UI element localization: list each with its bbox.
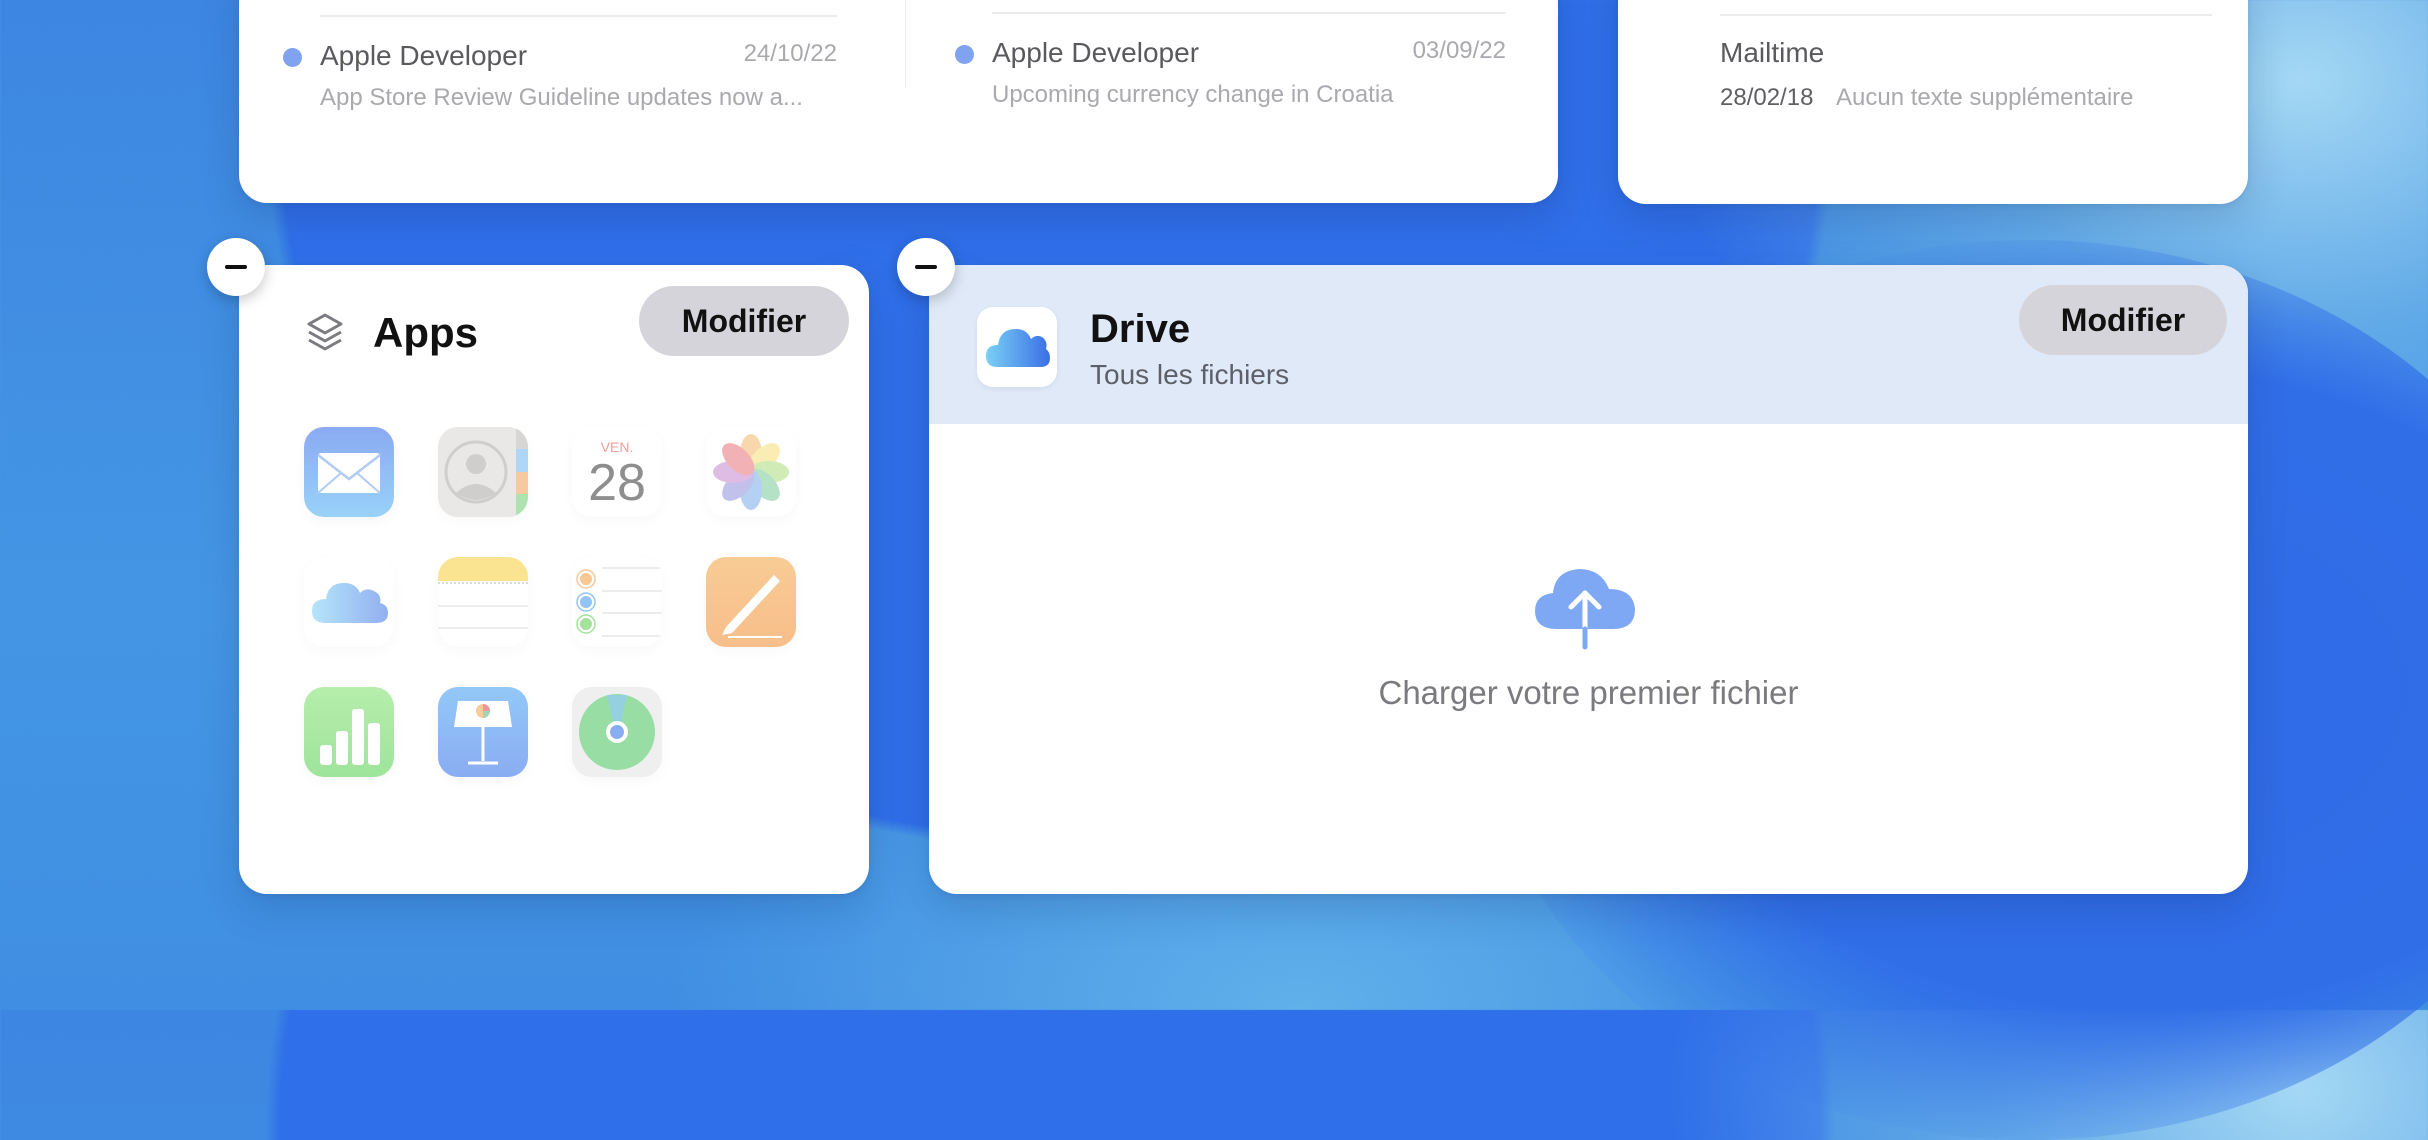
pages-icon [722,575,782,638]
mail-subject: App Store Review Guideline updates now a… [320,84,803,111]
drive-widget-header: Drive Tous les fichiers Modifier [929,265,2248,424]
note-date: 28/02/18 [1720,84,1814,111]
mail-sender: Apple Developer [320,40,528,71]
contacts-icon [438,427,528,517]
remove-drive-widget-button[interactable] [897,238,955,296]
app-pages[interactable] [706,557,796,647]
minus-icon [225,265,247,269]
app-reminders[interactable] [572,557,662,647]
mail-subject: Upcoming currency change in Croatia [992,81,1394,108]
note-title: Mailtime [1720,37,1825,68]
mail-date: 03/09/22 [1412,37,1506,64]
app-numbers[interactable] [304,687,394,777]
app-find-my[interactable] [572,687,662,777]
apps-widget-title: Apps [373,309,478,356]
drive-widget: Drive Tous les fichiers Modifier Charger… [929,265,2248,894]
mail-sender: Apple Developer [992,37,1200,68]
column-divider [905,0,906,88]
layers-icon [305,311,345,357]
cloud-upload-icon[interactable] [1533,563,1637,651]
find-my-icon [579,694,655,770]
minus-icon [915,265,937,269]
app-mail[interactable] [304,427,394,517]
unread-dot [955,45,974,64]
drive-widget-title: Drive [1090,307,1191,351]
numbers-icon [320,709,380,765]
reminders-icon [576,567,662,637]
drive-widget-subtitle: Tous les fichiers [1090,359,1290,390]
apps-edit-button[interactable]: Modifier [639,286,849,356]
app-keynote[interactable] [438,687,528,777]
apps-widget: Apps Modifier VEN. 28 [239,265,869,894]
unread-dot [283,48,302,67]
drive-edit-button[interactable]: Modifier [2019,285,2227,355]
mail-icon [317,453,381,494]
remove-apps-widget-button[interactable] [207,238,265,296]
mail-list-item[interactable]: Apple Developer 24/10/22 App Store Revie… [239,0,899,120]
notes-widget: Mailtime 28/02/18 Aucun texte supplément… [1618,0,2248,204]
keynote-icon [454,701,512,765]
icloud-drive-icon [312,583,388,623]
mail-widget: Apple Developer 24/10/22 App Store Revie… [239,0,1558,203]
app-notes[interactable] [438,557,528,647]
app-contacts[interactable] [438,427,528,517]
mail-date: 24/10/22 [743,40,837,67]
app-icloud-drive[interactable] [304,557,394,647]
icloud-drive-icon [977,307,1057,387]
mail-list-item[interactable]: Apple Developer 03/09/22 Upcoming curren… [909,0,1549,120]
photos-icon [713,434,789,510]
notes-icon [438,557,528,629]
upload-first-file-link[interactable]: Charger votre premier fichier [929,674,2248,712]
app-calendar[interactable]: VEN. 28 [572,427,662,517]
note-preview: Aucun texte supplémentaire [1836,84,2134,111]
note-list-item[interactable]: Mailtime 28/02/18 Aucun texte supplément… [1618,0,2248,120]
calendar-day-number: 28 [588,454,646,512]
app-photos[interactable] [706,427,796,517]
